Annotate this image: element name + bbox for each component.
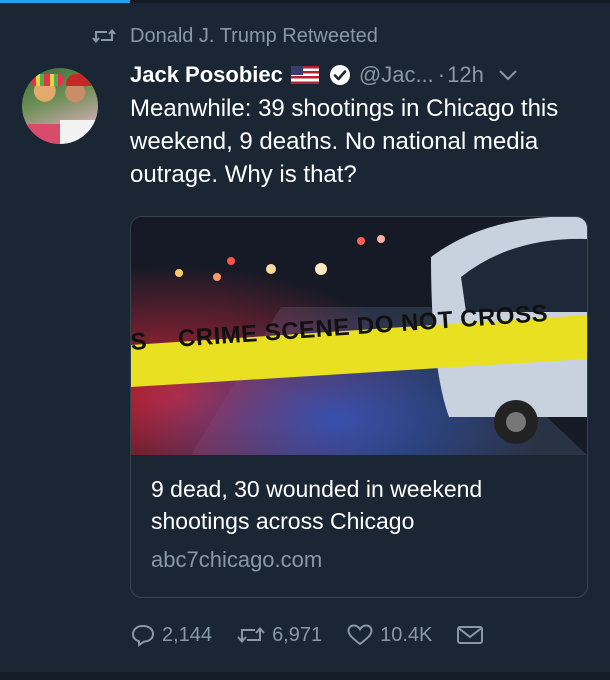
time-separator: · bbox=[437, 62, 446, 87]
top-progress-accent bbox=[0, 0, 130, 3]
us-flag-icon bbox=[290, 66, 319, 84]
avatar[interactable] bbox=[22, 68, 98, 144]
avatar-flower-crown bbox=[30, 74, 64, 86]
tape-prefix: S bbox=[131, 327, 148, 356]
like-count: 10.4K bbox=[380, 623, 433, 646]
chevron-down-icon[interactable] bbox=[498, 69, 518, 81]
heart-icon bbox=[347, 624, 373, 646]
avatar-dress bbox=[28, 124, 62, 144]
card-domain[interactable]: abc7chicago.com bbox=[151, 547, 571, 573]
retweet-icon bbox=[92, 28, 116, 44]
bottom-divider bbox=[0, 672, 610, 680]
avatar-cap bbox=[66, 74, 92, 86]
retweet-banner-text[interactable]: Donald J. Trump Retweeted bbox=[130, 25, 378, 48]
tweet-actions: 2,144 6,971 10.4K bbox=[130, 618, 514, 652]
tweet-text: Meanwhile: 39 shootings in Chicago this … bbox=[130, 95, 559, 188]
link-card[interactable]: S CRIME SCENE DO NOT CROSS 9 dead, 30 wo… bbox=[130, 216, 588, 598]
top-bar bbox=[0, 0, 610, 3]
message-button[interactable] bbox=[456, 624, 490, 646]
retweet-action-icon bbox=[237, 626, 265, 644]
verified-badge-icon bbox=[329, 65, 350, 85]
reply-button[interactable]: 2,144 bbox=[130, 623, 212, 647]
tweet-header: Jack Posobiec @Jac... · 12h bbox=[130, 58, 590, 92]
author-handle[interactable]: @Jac... bbox=[359, 62, 434, 88]
reply-count: 2,144 bbox=[162, 623, 213, 646]
envelope-icon bbox=[457, 626, 484, 644]
author-name[interactable]: Jack Posobiec bbox=[130, 62, 283, 88]
card-body: 9 dead, 30 wounded in weekend shootings … bbox=[151, 473, 571, 573]
reply-icon bbox=[131, 624, 155, 647]
retweet-count: 6,971 bbox=[272, 623, 323, 646]
retweet-button[interactable]: 6,971 bbox=[236, 624, 322, 647]
tweet-time[interactable]: 12h bbox=[447, 62, 484, 88]
retweet-banner: Donald J. Trump Retweeted bbox=[92, 24, 378, 48]
card-title[interactable]: 9 dead, 30 wounded in weekend shootings … bbox=[151, 473, 571, 537]
card-image[interactable]: S CRIME SCENE DO NOT CROSS bbox=[131, 217, 587, 455]
like-button[interactable]: 10.4K bbox=[346, 623, 432, 647]
avatar-shirt bbox=[60, 120, 98, 144]
